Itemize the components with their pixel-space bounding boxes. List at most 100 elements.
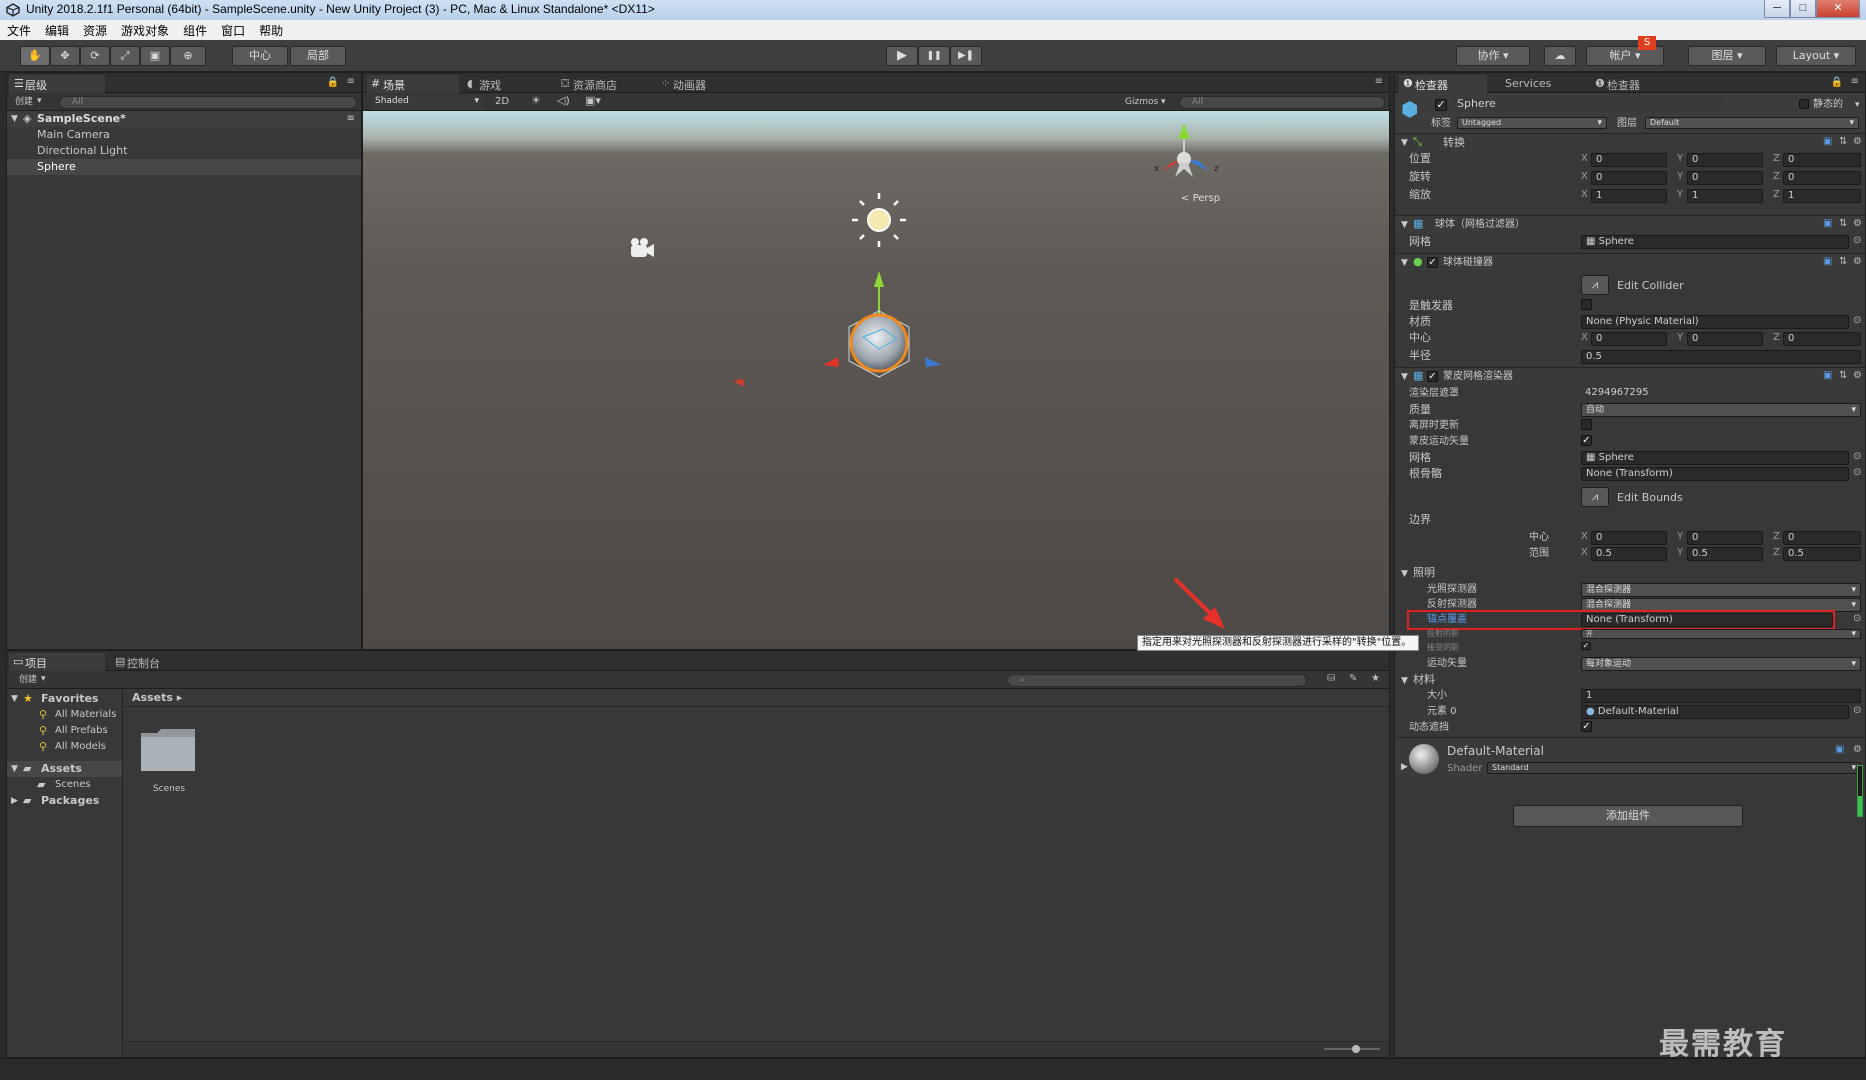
bounds-extent-z[interactable]: 0.5 bbox=[1783, 547, 1861, 561]
play-button[interactable]: ▶ bbox=[886, 46, 918, 66]
favorite-item[interactable]: ⚲ All Prefabs bbox=[7, 723, 122, 739]
lighting-foldout[interactable]: 照明 bbox=[1413, 566, 1435, 580]
panel-menu-icon[interactable]: ≡ bbox=[1851, 76, 1859, 87]
help-book-icon[interactable]: ▣ bbox=[1823, 136, 1832, 147]
help-book-icon[interactable]: ▣ bbox=[1823, 256, 1832, 267]
menu-gameobject[interactable]: 游戏对象 bbox=[114, 20, 176, 39]
favorite-star-icon[interactable]: ★ bbox=[1371, 673, 1380, 684]
tab-project[interactable]: ▭ 项目 bbox=[9, 653, 105, 671]
update-offscreen-checkbox[interactable] bbox=[1581, 419, 1592, 430]
preset-icon[interactable]: ⇅ bbox=[1839, 370, 1847, 381]
2d-toggle[interactable]: 2D bbox=[495, 95, 509, 109]
skinned-mesh-field[interactable]: ▦ Sphere bbox=[1581, 451, 1849, 465]
persp-label[interactable]: < Persp bbox=[1181, 193, 1220, 204]
tag-dropdown[interactable]: Untagged bbox=[1457, 117, 1607, 129]
panel-menu-icon[interactable]: ≡ bbox=[347, 76, 355, 87]
edit-bounds-button[interactable]: ⩘ bbox=[1581, 487, 1609, 507]
menu-edit[interactable]: 编辑 bbox=[38, 20, 76, 39]
filter-label-icon[interactable]: ✎ bbox=[1349, 673, 1357, 684]
step-button[interactable]: ▶❚ bbox=[950, 46, 982, 66]
layers-dropdown[interactable]: 图层 ▾ bbox=[1688, 46, 1766, 66]
rotation-y-field[interactable]: 0 bbox=[1687, 171, 1763, 185]
hierarchy-item[interactable]: Directional Light bbox=[7, 143, 361, 159]
sphere-collider-header[interactable]: ▼ ● ✓ 球体碰撞器 ▣ ⇅ ⚙ bbox=[1395, 253, 1865, 271]
scale-x-field[interactable]: 1 bbox=[1591, 189, 1667, 203]
breadcrumb-assets[interactable]: Assets ▸ bbox=[132, 691, 182, 705]
hierarchy-item[interactable]: Main Camera bbox=[7, 127, 361, 143]
center-y-field[interactable]: 0 bbox=[1687, 332, 1763, 346]
filter-type-icon[interactable]: ⛁ bbox=[1327, 673, 1335, 684]
close-button[interactable]: ✕ bbox=[1816, 0, 1860, 18]
rotate-tool-button[interactable]: ⟳ bbox=[80, 46, 110, 66]
skinned-renderer-header[interactable]: ▼ ▦ ✓ 蒙皮网格渲染器 ▣ ⇅ ⚙ bbox=[1395, 367, 1865, 385]
bounds-center-z[interactable]: 0 bbox=[1783, 531, 1861, 545]
motion-vectors-dropdown[interactable]: 每对象运动 bbox=[1581, 657, 1861, 671]
object-picker-icon[interactable]: ⊙ bbox=[1853, 467, 1861, 478]
menu-file[interactable]: 文件 bbox=[0, 20, 38, 39]
quality-dropdown[interactable]: 自动 bbox=[1581, 403, 1861, 417]
help-book-icon[interactable]: ▣ bbox=[1823, 370, 1832, 381]
hierarchy-search-input[interactable]: All bbox=[59, 96, 357, 109]
scale-y-field[interactable]: 1 bbox=[1687, 189, 1763, 203]
minimize-button[interactable]: ─ bbox=[1764, 0, 1790, 18]
preset-icon[interactable]: ⇅ bbox=[1839, 256, 1847, 267]
pivot-local-button[interactable]: 局部 bbox=[290, 46, 346, 66]
object-picker-icon[interactable]: ⊙ bbox=[1853, 705, 1861, 716]
is-trigger-checkbox[interactable] bbox=[1581, 299, 1592, 310]
bounds-center-x[interactable]: 0 bbox=[1591, 531, 1667, 545]
preset-icon[interactable]: ⇅ bbox=[1839, 136, 1847, 147]
gear-icon[interactable]: ⚙ bbox=[1853, 370, 1862, 381]
bounds-extent-y[interactable]: 0.5 bbox=[1687, 547, 1763, 561]
icon-size-slider[interactable] bbox=[1324, 1045, 1380, 1053]
element-0-field[interactable]: ● Default-Material bbox=[1581, 705, 1849, 719]
gear-icon[interactable]: ⚙ bbox=[1853, 256, 1862, 267]
hand-tool-button[interactable]: ✋ bbox=[20, 46, 50, 66]
position-x-field[interactable]: 0 bbox=[1591, 153, 1667, 167]
material-block[interactable]: ▶ Default-Material Shader Standard ▣ ⚙ bbox=[1395, 737, 1865, 779]
shader-dropdown[interactable]: Standard bbox=[1487, 762, 1861, 774]
gizmos-dropdown[interactable]: Gizmos ▾ bbox=[1125, 95, 1166, 109]
tab-game[interactable]: ◖ 游戏 bbox=[463, 75, 543, 93]
tab-hierarchy[interactable]: ☰ 层级 bbox=[9, 75, 105, 93]
renderer-enabled-checkbox[interactable]: ✓ bbox=[1427, 371, 1438, 382]
inspector-scrollbar[interactable] bbox=[1857, 765, 1863, 817]
object-picker-icon[interactable]: ⊙ bbox=[1853, 451, 1861, 462]
project-create-dropdown[interactable]: 创建 bbox=[19, 673, 37, 687]
physic-material-field[interactable]: None (Physic Material) bbox=[1581, 315, 1849, 329]
scrollbar-thumb[interactable] bbox=[1858, 796, 1862, 816]
menu-component[interactable]: 组件 bbox=[176, 20, 214, 39]
radius-field[interactable]: 0.5 bbox=[1581, 350, 1861, 364]
mesh-field[interactable]: ▦ Sphere bbox=[1581, 235, 1849, 249]
skinned-motion-checkbox[interactable]: ✓ bbox=[1581, 435, 1592, 446]
gear-icon[interactable]: ⚙ bbox=[1853, 744, 1862, 755]
position-z-field[interactable]: 0 bbox=[1783, 153, 1861, 167]
active-checkbox[interactable]: ✓ bbox=[1435, 99, 1447, 111]
scene-search-input[interactable]: All bbox=[1179, 96, 1385, 109]
light-probes-dropdown[interactable]: 混合探测器 bbox=[1581, 583, 1861, 597]
pivot-center-button[interactable]: 中心 bbox=[232, 46, 288, 66]
dynamic-occlusion-checkbox[interactable]: ✓ bbox=[1581, 721, 1592, 732]
scenes-folder-row[interactable]: ▰ Scenes bbox=[7, 777, 122, 793]
scene-viewport[interactable]: x z < Persp bbox=[363, 111, 1389, 649]
object-picker-icon[interactable]: ⊙ bbox=[1853, 235, 1861, 246]
effects-toggle-icon[interactable]: ▣▾ bbox=[585, 94, 601, 108]
lighting-toggle-icon[interactable]: ☀ bbox=[531, 94, 541, 108]
favorite-item[interactable]: ⚲ All Models bbox=[7, 739, 122, 755]
tab-animator[interactable]: ⁘ 动画器 bbox=[657, 75, 741, 93]
hierarchy-item-selected[interactable]: Sphere bbox=[7, 159, 361, 175]
rendering-layer-mask-field[interactable]: 4294967295 bbox=[1581, 387, 1861, 401]
scene-menu-icon[interactable]: ≡ bbox=[347, 111, 355, 127]
collider-enabled-checkbox[interactable]: ✓ bbox=[1427, 257, 1438, 268]
layer-dropdown[interactable]: Default bbox=[1645, 117, 1859, 129]
shading-dropdown[interactable]: Shaded bbox=[371, 95, 483, 109]
root-bone-field[interactable]: None (Transform) bbox=[1581, 467, 1849, 481]
gear-icon[interactable]: ⚙ bbox=[1853, 218, 1862, 229]
materials-foldout[interactable]: 材料 bbox=[1413, 673, 1435, 687]
favorite-item[interactable]: ⚲ All Materials bbox=[7, 707, 122, 723]
assets-row[interactable]: ▼ ▰ Assets bbox=[7, 761, 122, 777]
static-checkbox[interactable] bbox=[1799, 99, 1809, 109]
tab-asset-store[interactable]: ⛋ 资源商店 bbox=[557, 75, 651, 93]
gear-icon[interactable]: ⚙ bbox=[1853, 136, 1862, 147]
audio-toggle-icon[interactable]: ◁) bbox=[557, 94, 570, 108]
bounds-center-y[interactable]: 0 bbox=[1687, 531, 1763, 545]
